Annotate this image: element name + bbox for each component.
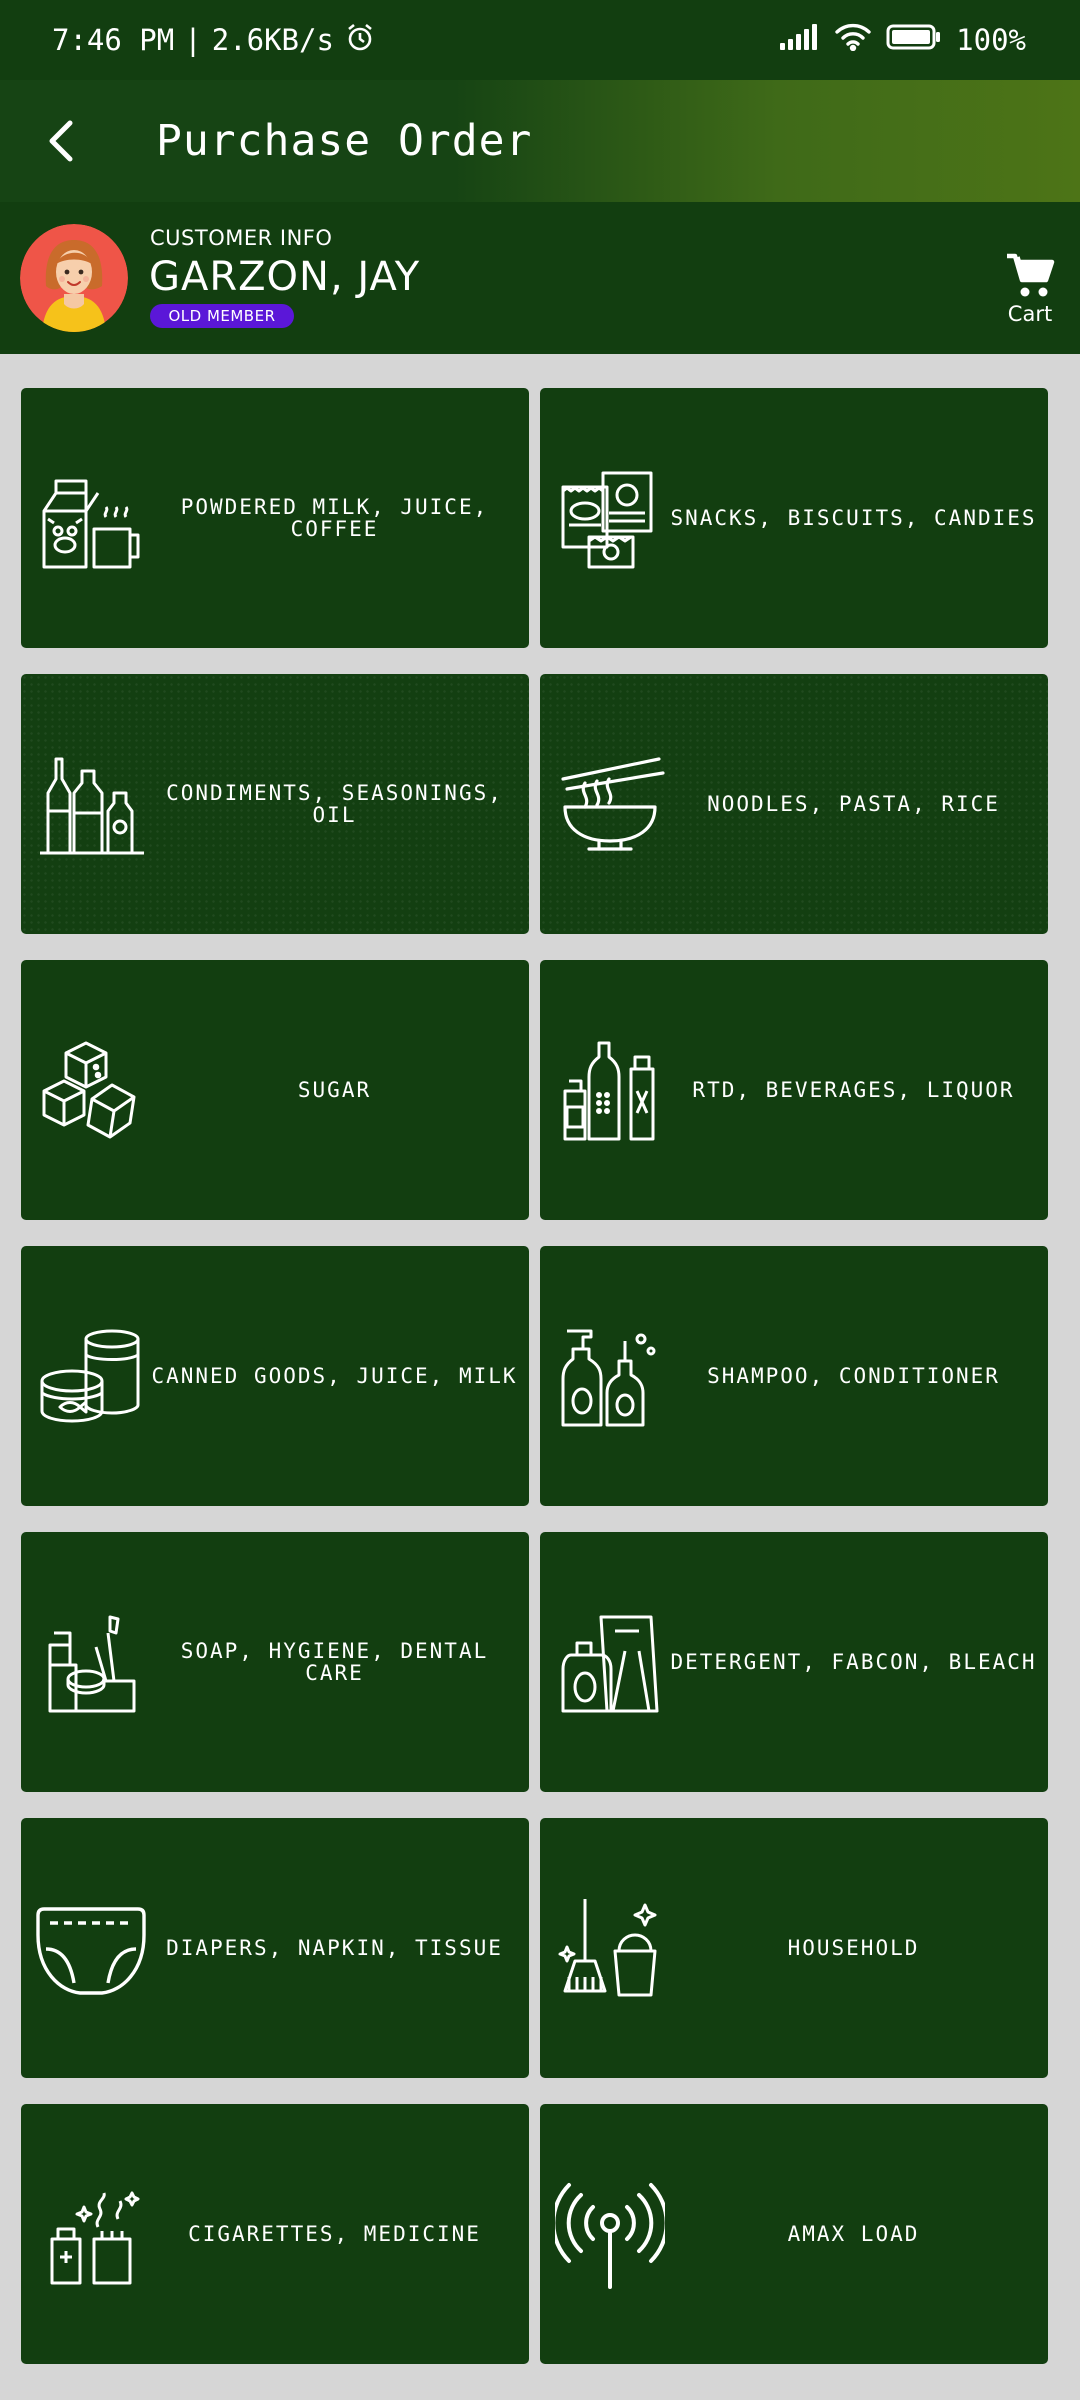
battery-icon bbox=[886, 23, 942, 57]
status-separator: | bbox=[184, 23, 202, 57]
category-label: NOODLES, PASTA, RICE bbox=[707, 792, 1000, 816]
category-tile[interactable]: SUGAR bbox=[21, 960, 529, 1220]
broom-bucket-icon bbox=[555, 1893, 665, 2003]
category-label: SNACKS, BISCUITS, CANDIES bbox=[670, 506, 1037, 530]
category-tile[interactable]: DETERGENT, FABCON, BLEACH bbox=[540, 1532, 1048, 1792]
customer-info-panel: CUSTOMER INFO GARZON, JAY OLD MEMBER Car… bbox=[0, 202, 1080, 354]
category-tile[interactable]: SHAMPOO, CONDITIONER bbox=[540, 1246, 1048, 1506]
canned-goods-icon bbox=[36, 1321, 146, 1431]
antenna-icon bbox=[551, 2179, 669, 2289]
customer-name: GARZON, JAY bbox=[149, 254, 421, 300]
member-status-badge: OLD MEMBER bbox=[150, 304, 294, 328]
category-tile[interactable]: POWDERED MILK, JUICE, COFFEE bbox=[21, 388, 529, 648]
category-grid: POWDERED MILK, JUICE, COFFEE SNACKS, BIS… bbox=[21, 388, 1048, 2364]
category-tile[interactable]: CONDIMENTS, SEASONINGS, OIL bbox=[21, 674, 529, 934]
cart-button[interactable]: Cart bbox=[1002, 252, 1058, 326]
status-left: 7:46 PM | 2.6KB/s bbox=[52, 21, 376, 60]
cart-icon bbox=[1007, 253, 1055, 297]
cart-label: Cart bbox=[1007, 302, 1053, 326]
noodle-bowl-icon bbox=[555, 749, 665, 859]
avatar bbox=[20, 224, 128, 332]
category-label: SOAP, HYGIENE, DENTAL CARE bbox=[180, 1639, 489, 1685]
wifi-icon bbox=[834, 23, 872, 58]
back-button[interactable] bbox=[22, 101, 102, 181]
status-right: 100% bbox=[780, 23, 1026, 58]
status-speed: 2.6KB/s bbox=[211, 23, 334, 57]
app-bar: Purchase Order bbox=[0, 80, 1080, 202]
sugar-cubes-icon bbox=[36, 1035, 146, 1145]
alarm-icon bbox=[344, 21, 376, 60]
category-label: DIAPERS, NAPKIN, TISSUE bbox=[166, 1936, 503, 1960]
condiment-bottles-icon bbox=[36, 749, 146, 859]
diaper-icon bbox=[36, 1893, 146, 2003]
chevron-left-icon bbox=[49, 120, 73, 162]
beverage-bottles-icon bbox=[555, 1035, 665, 1145]
category-tile[interactable]: NOODLES, PASTA, RICE bbox=[540, 674, 1048, 934]
battery-percent: 100% bbox=[956, 23, 1026, 57]
category-tile[interactable]: RTD, BEVERAGES, LIQUOR bbox=[540, 960, 1048, 1220]
milk-carton-icon bbox=[36, 463, 146, 573]
category-label: CONDIMENTS, SEASONINGS, OIL bbox=[166, 781, 503, 827]
detergent-icon bbox=[555, 1607, 665, 1717]
category-tile[interactable]: SNACKS, BISCUITS, CANDIES bbox=[540, 388, 1048, 648]
category-label: HOUSEHOLD bbox=[787, 1936, 920, 1960]
status-bar: 7:46 PM | 2.6KB/s 100% bbox=[0, 0, 1080, 80]
category-label: POWDERED MILK, JUICE, COFFEE bbox=[180, 495, 489, 541]
category-label: RTD, BEVERAGES, LIQUOR bbox=[692, 1078, 1015, 1102]
category-tile[interactable]: CIGARETTES, MEDICINE bbox=[21, 2104, 529, 2364]
signal-icon bbox=[780, 23, 820, 57]
snacks-icon bbox=[555, 463, 665, 573]
category-label: DETERGENT, FABCON, BLEACH bbox=[670, 1650, 1037, 1674]
shampoo-bottles-icon bbox=[555, 1321, 665, 1431]
customer-info-label: CUSTOMER INFO bbox=[150, 226, 333, 250]
category-tile[interactable]: DIAPERS, NAPKIN, TISSUE bbox=[21, 1818, 529, 2078]
category-tile[interactable]: AMAX LOAD bbox=[540, 2104, 1048, 2364]
category-label: CIGARETTES, MEDICINE bbox=[188, 2222, 481, 2246]
category-tile[interactable]: SOAP, HYGIENE, DENTAL CARE bbox=[21, 1532, 529, 1792]
medicine-icon bbox=[36, 2179, 146, 2289]
category-tile[interactable]: CANNED GOODS, JUICE, MILK bbox=[21, 1246, 529, 1506]
page-title: Purchase Order bbox=[156, 116, 533, 166]
category-label: SUGAR bbox=[297, 1078, 372, 1102]
status-time: 7:46 PM bbox=[52, 23, 175, 57]
hygiene-icon bbox=[36, 1607, 146, 1717]
category-label: AMAX LOAD bbox=[787, 2222, 920, 2246]
category-tile[interactable]: HOUSEHOLD bbox=[540, 1818, 1048, 2078]
category-label: CANNED GOODS, JUICE, MILK bbox=[151, 1364, 518, 1388]
category-label: SHAMPOO, CONDITIONER bbox=[707, 1364, 1000, 1388]
